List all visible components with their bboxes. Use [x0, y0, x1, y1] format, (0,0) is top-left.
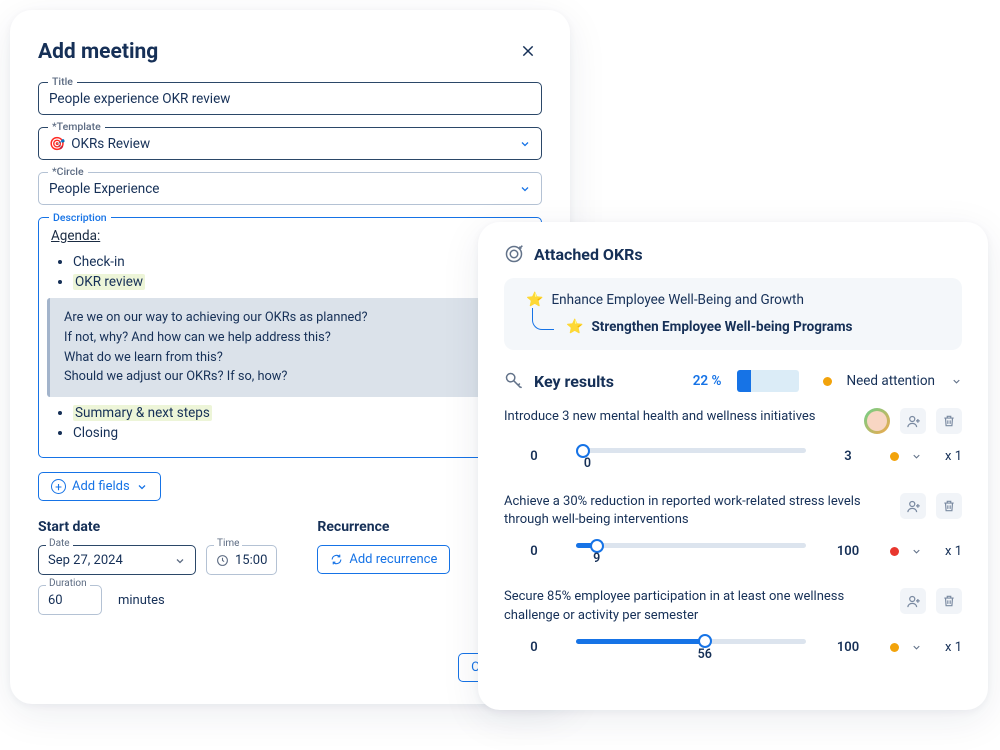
- recurrence-icon: [330, 553, 343, 566]
- agenda-quote: Are we on our way to achieving our OKRs …: [47, 298, 529, 397]
- add-fields-button[interactable]: + Add fields: [38, 472, 161, 501]
- agenda-item: Check-in: [73, 254, 529, 270]
- agenda-item: Closing: [73, 425, 529, 441]
- kr-value: 9: [593, 551, 600, 566]
- attached-okrs-panel: Attached OKRs ⭐ Enhance Employee Well-Be…: [478, 222, 988, 710]
- kr-max: 100: [818, 640, 878, 655]
- description-editor[interactable]: Agenda: Check-in OKR review Are we on ou…: [51, 228, 529, 441]
- chevron-down-icon[interactable]: [951, 376, 962, 387]
- time-input[interactable]: 15:00: [206, 545, 277, 575]
- recurrence-section: Recurrence Add recurrence: [317, 519, 450, 625]
- chevron-down-icon[interactable]: [911, 642, 922, 653]
- kr-description: Secure 85% employee participation in at …: [504, 588, 890, 624]
- delete-button[interactable]: [936, 588, 962, 614]
- status-dot: [890, 643, 899, 652]
- status-dot: [890, 547, 899, 556]
- user-plus-icon: [906, 414, 921, 429]
- star-icon: ⭐: [566, 319, 583, 335]
- kr-value: 56: [698, 647, 712, 662]
- date-label: Date: [46, 538, 73, 549]
- assign-user-button[interactable]: [900, 493, 926, 519]
- clock-icon: [216, 554, 229, 567]
- duration-input[interactable]: 60: [38, 585, 102, 615]
- agenda-heading: Agenda:: [51, 228, 529, 244]
- template-select[interactable]: 🎯 OKRs Review: [38, 127, 542, 160]
- chevron-down-icon[interactable]: [911, 546, 922, 557]
- kr-min: 0: [504, 544, 564, 559]
- attached-okrs-title: Attached OKRs: [534, 245, 643, 264]
- assign-user-button[interactable]: [900, 588, 926, 614]
- user-plus-icon: [906, 499, 921, 514]
- kr-slider[interactable]: 9: [576, 537, 806, 566]
- okr-child[interactable]: Strengthen Employee Well-being Programs: [591, 319, 852, 335]
- status-dot: [890, 452, 899, 461]
- panel-title: Add meeting: [38, 40, 158, 64]
- date-picker[interactable]: Sep 27, 2024: [38, 545, 196, 575]
- close-icon: [520, 43, 536, 59]
- tree-connector: [532, 308, 554, 330]
- trash-icon: [942, 414, 956, 428]
- chevron-down-icon[interactable]: [911, 451, 922, 462]
- avatar[interactable]: [864, 408, 890, 434]
- key-result-item: Introduce 3 new mental health and wellne…: [504, 408, 962, 471]
- circle-select[interactable]: People Experience: [38, 172, 542, 205]
- target-icon: 🎯: [49, 137, 65, 152]
- template-value: OKRs Review: [71, 136, 150, 152]
- circle-value: People Experience: [49, 181, 159, 197]
- start-date-section: Start date Date Sep 27, 2024 Time 15:: [38, 519, 277, 625]
- template-label: *Template: [48, 120, 105, 133]
- status-dot: [823, 377, 832, 386]
- kr-slider[interactable]: 56: [576, 633, 806, 662]
- kr-multiplier: x 1: [934, 544, 962, 559]
- kr-max: 3: [818, 449, 878, 464]
- title-value: People experience OKR review: [49, 91, 230, 107]
- overall-progress: [737, 370, 799, 392]
- add-recurrence-button[interactable]: Add recurrence: [317, 545, 450, 574]
- kr-value: 0: [584, 456, 591, 471]
- title-label: Title: [48, 75, 77, 88]
- okr-parent[interactable]: ⭐ Enhance Employee Well-Being and Growth: [526, 292, 946, 308]
- chevron-down-icon: [519, 138, 531, 150]
- target-ring-icon: [504, 244, 524, 264]
- circle-label: *Circle: [48, 165, 88, 178]
- kr-description: Introduce 3 new mental health and wellne…: [504, 408, 854, 426]
- time-label: Time: [214, 538, 242, 549]
- key-icon: [504, 371, 524, 391]
- star-icon: ⭐: [526, 292, 543, 308]
- trash-icon: [942, 499, 956, 513]
- kr-min: 0: [504, 640, 564, 655]
- status-label: Need attention: [846, 373, 935, 389]
- delete-button[interactable]: [936, 408, 962, 434]
- recurrence-heading: Recurrence: [317, 519, 450, 535]
- title-input[interactable]: People experience OKR review: [38, 82, 542, 115]
- kr-slider[interactable]: 0: [576, 442, 806, 471]
- key-result-item: Secure 85% employee participation in at …: [504, 588, 962, 661]
- description-label: Description: [49, 211, 111, 224]
- close-button[interactable]: [514, 36, 542, 68]
- start-date-heading: Start date: [38, 519, 277, 535]
- kr-multiplier: x 1: [934, 640, 962, 655]
- delete-button[interactable]: [936, 493, 962, 519]
- chevron-down-icon: [136, 481, 148, 493]
- duration-unit: minutes: [118, 593, 165, 608]
- agenda-item: Summary & next steps: [73, 405, 529, 421]
- chevron-down-icon: [519, 183, 531, 195]
- user-plus-icon: [906, 594, 921, 609]
- overall-percent: 22 %: [693, 373, 722, 389]
- key-result-item: Achieve a 30% reduction in reported work…: [504, 493, 962, 566]
- assign-user-button[interactable]: [900, 408, 926, 434]
- kr-multiplier: x 1: [934, 449, 962, 464]
- trash-icon: [942, 594, 956, 608]
- kr-description: Achieve a 30% reduction in reported work…: [504, 493, 890, 529]
- agenda-item: OKR review: [73, 274, 529, 290]
- kr-min: 0: [504, 449, 564, 464]
- duration-label: Duration: [46, 578, 90, 589]
- kr-max: 100: [818, 544, 878, 559]
- key-results-title: Key results: [534, 372, 614, 391]
- okr-tree: ⭐ Enhance Employee Well-Being and Growth…: [504, 278, 962, 350]
- plus-circle-icon: +: [51, 479, 66, 494]
- chevron-down-icon: [174, 555, 186, 567]
